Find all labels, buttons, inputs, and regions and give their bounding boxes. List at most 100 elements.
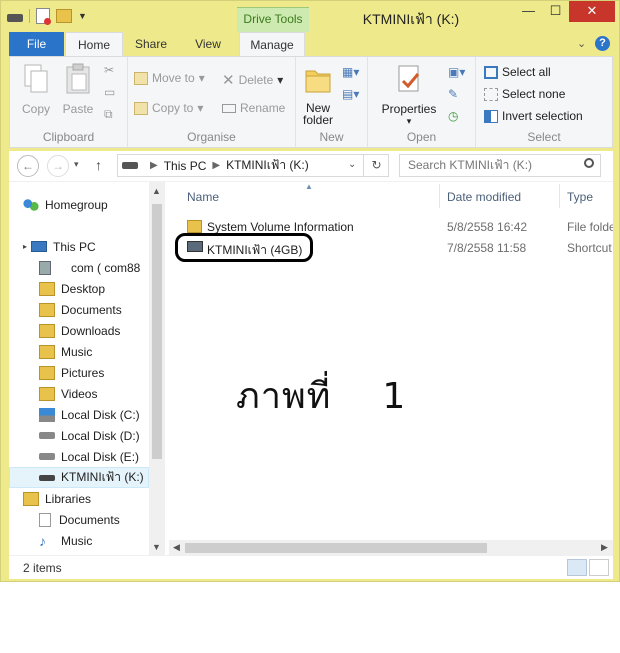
breadcrumb-current-drive[interactable]: KTMINIเฟ้า (K:) xyxy=(226,156,309,175)
scroll-thumb[interactable] xyxy=(152,204,162,459)
select-all-icon xyxy=(484,65,498,79)
rename-label: Rename xyxy=(240,101,286,115)
paste-shortcut-icon[interactable]: ⧉ xyxy=(104,107,113,122)
tab-share[interactable]: Share xyxy=(127,32,175,56)
sidebar-label: Local Disk (E:) xyxy=(61,449,140,464)
up-button[interactable]: ↑ xyxy=(95,157,102,173)
sidebar-item-this-pc[interactable]: ▸ This PC xyxy=(23,236,96,257)
edit-icon[interactable]: ✎ xyxy=(448,87,458,101)
organise-group-label: Organise xyxy=(187,130,236,144)
history-icon[interactable]: ◷ xyxy=(448,109,458,123)
customize-toolbar-icon[interactable]: ▼ xyxy=(78,11,87,21)
folder-icon xyxy=(305,70,331,93)
select-all-button[interactable]: Select all xyxy=(484,65,551,79)
column-header-name[interactable]: Name xyxy=(187,190,219,204)
close-button[interactable]: ✕ xyxy=(569,1,615,22)
sidebar-item-local-disk-d[interactable]: Local Disk (D:) xyxy=(39,425,140,446)
scroll-up-icon[interactable]: ▲ xyxy=(152,186,161,196)
new-item-icon[interactable]: ▦▾ xyxy=(342,65,359,79)
new-folder-button[interactable]: New folder xyxy=(300,63,336,126)
sidebar-item-desktop[interactable]: Desktop xyxy=(39,278,105,299)
maximize-button[interactable]: ☐ xyxy=(542,1,569,22)
sidebar-label: Libraries xyxy=(45,491,92,506)
minimize-button[interactable]: — xyxy=(515,1,542,22)
move-to-button[interactable]: Move to ▾ xyxy=(134,71,205,85)
sidebar-label: Pictures xyxy=(61,365,105,380)
sidebar-item-videos[interactable]: Videos xyxy=(39,383,97,404)
sidebar-item-local-disk-c[interactable]: Local Disk (C:) xyxy=(39,404,140,425)
sidebar-item-homegroup[interactable]: Homegroup xyxy=(23,194,108,215)
file-date: 7/8/2558 11:58 xyxy=(447,241,527,255)
address-dropdown-icon[interactable]: ⌄ xyxy=(348,159,356,170)
column-divider[interactable] xyxy=(559,184,560,208)
select-group: Select all Select none Invert selection … xyxy=(476,57,612,147)
tab-view[interactable]: View xyxy=(185,32,231,56)
drive-icon xyxy=(122,162,138,169)
refresh-button[interactable]: ↻ xyxy=(363,154,389,177)
column-divider[interactable] xyxy=(439,184,440,208)
sidebar-item-downloads[interactable]: Downloads xyxy=(39,320,120,341)
copy-path-icon[interactable]: ▭ xyxy=(104,85,115,99)
copy-button[interactable]: Copy xyxy=(18,63,54,116)
scroll-left-icon[interactable]: ◀ xyxy=(173,542,180,553)
sidebar-item-music[interactable]: Music xyxy=(39,341,92,362)
sidebar-item-local-disk-e[interactable]: Local Disk (E:) xyxy=(39,446,139,467)
sidebar-item-library-documents[interactable]: Documents xyxy=(39,509,120,530)
breadcrumb-separator[interactable]: ▶ xyxy=(150,160,158,171)
open-icon[interactable]: ▣▾ xyxy=(448,65,465,79)
sidebar-scrollbar[interactable]: ▲ ▼ xyxy=(149,182,165,556)
back-button[interactable]: ← xyxy=(17,155,39,177)
invert-selection-button[interactable]: Invert selection xyxy=(484,109,583,123)
sidebar-item-pictures[interactable]: Pictures xyxy=(39,362,104,383)
recent-locations-icon[interactable]: ▾ xyxy=(74,159,79,170)
new-folder-icon[interactable] xyxy=(56,9,72,23)
sidebar-item-documents[interactable]: Documents xyxy=(39,299,122,320)
details-view-button[interactable] xyxy=(567,559,587,576)
collapse-ribbon-icon[interactable]: ⌄ xyxy=(577,37,586,50)
help-icon[interactable]: ? xyxy=(595,36,610,51)
organise-group: Move to ▾ Copy to ▾ ✕ Delete ▾ Rename Organ… xyxy=(128,57,296,147)
address-bar[interactable]: ▶ This PC ▶ KTMINIเฟ้า (K:) ⌄ xyxy=(117,154,389,177)
scroll-right-icon[interactable]: ▶ xyxy=(601,542,608,553)
sidebar-label: Documents xyxy=(61,302,122,317)
scroll-down-icon[interactable]: ▼ xyxy=(152,542,161,552)
tab-file[interactable]: File xyxy=(9,32,64,56)
paste-button[interactable]: Paste xyxy=(60,63,96,116)
column-header-date[interactable]: Date modified xyxy=(447,190,521,204)
delete-label: Delete xyxy=(238,73,274,87)
delete-button[interactable]: ✕ Delete ▾ xyxy=(222,71,283,89)
column-header-type[interactable]: Type xyxy=(567,190,593,204)
navigation-bar: ← → ▾ ↑ ▶ This PC ▶ KTMINIเฟ้า (K:) ⌄ ↻ … xyxy=(9,151,613,181)
paste-icon xyxy=(66,63,90,94)
sidebar-item-ktmini-drive[interactable]: KTMINIเฟ้า (K:) xyxy=(9,467,149,488)
forward-button[interactable]: → xyxy=(47,155,69,177)
properties-button[interactable]: Properties ▾ xyxy=(372,63,446,126)
scroll-thumb[interactable] xyxy=(185,543,487,553)
sidebar-item-network-location[interactable]: com ( com88 xyxy=(39,257,140,278)
select-none-button[interactable]: Select none xyxy=(484,87,565,101)
large-icons-view-button[interactable] xyxy=(589,559,609,576)
search-input[interactable]: Search KTMINIเฟ้า (K:) xyxy=(399,154,601,177)
figure-caption: ภาพที่ 1 xyxy=(236,367,406,424)
properties-icon[interactable] xyxy=(36,8,51,25)
sidebar-item-libraries[interactable]: Libraries xyxy=(23,488,91,509)
window-title: KTMINIเฟ้า (K:) xyxy=(362,11,460,27)
copy-to-button[interactable]: Copy to ▾ xyxy=(134,101,203,115)
documents-folder-icon xyxy=(39,302,55,317)
easy-access-icon[interactable]: ▤▾ xyxy=(342,87,359,101)
sidebar-item-library-music[interactable]: ♪ Music xyxy=(39,530,92,551)
properties-icon xyxy=(398,65,420,92)
move-to-icon xyxy=(134,71,148,85)
select-none-label: Select none xyxy=(502,87,566,101)
tab-manage[interactable]: Manage xyxy=(239,32,305,56)
copy-to-label: Copy to xyxy=(152,101,194,115)
expand-icon[interactable]: ▸ xyxy=(23,242,27,251)
tab-home[interactable]: Home xyxy=(65,32,123,56)
rename-button[interactable]: Rename xyxy=(222,101,285,115)
horizontal-scrollbar[interactable]: ◀ ▶ xyxy=(169,540,613,556)
breadcrumb-this-pc[interactable]: This PC xyxy=(164,159,207,173)
new-group: New folder ▦▾ ▤▾ New xyxy=(296,57,368,147)
title-bar: ▼ Drive Tools KTMINIเฟ้า (K:) — ☐ ✕ xyxy=(1,1,619,32)
cut-icon[interactable]: ✂ xyxy=(104,63,114,77)
breadcrumb-separator[interactable]: ▶ xyxy=(212,160,220,171)
